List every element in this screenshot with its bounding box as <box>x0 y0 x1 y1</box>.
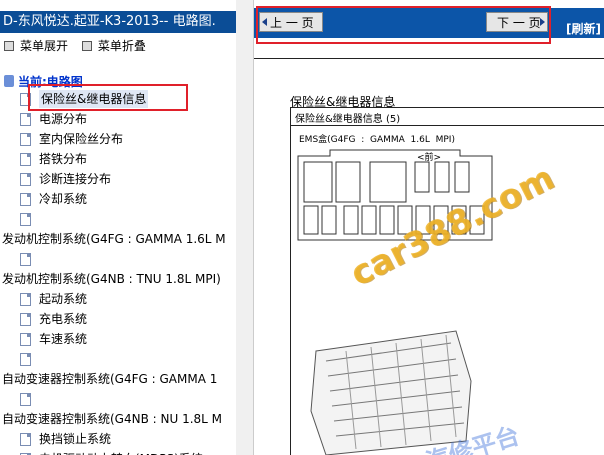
refresh-link[interactable]: [刷新] <box>566 20 601 37</box>
tree-group[interactable]: 自动变速器控制系统(G4NB : NU 1.8L M <box>2 410 222 428</box>
expand-menu-button[interactable]: 菜单展开 <box>4 37 68 54</box>
document-icon <box>20 152 31 166</box>
document-icon <box>20 252 31 266</box>
tree-item-label: 发动机控制系统(G4NB : TNU 1.8L MPI) <box>2 272 221 286</box>
collapse-icon <box>81 40 92 51</box>
nav-highlight-box <box>256 6 551 44</box>
tree-item-label: 换挡锁止系统 <box>39 432 112 446</box>
tree-item[interactable]: 充电系统 <box>20 310 87 328</box>
tree-item[interactable]: 电源分布 <box>20 110 87 128</box>
tree-item[interactable]: 搭铁分布 <box>20 150 87 168</box>
ems-label: EMS盒(G4FG : GAMMA 1.6L MPI) <box>299 135 455 145</box>
subsection-title: 保险丝&继电器信息 (5) <box>295 114 401 125</box>
tree-item[interactable] <box>20 210 39 228</box>
document-icon <box>20 172 31 186</box>
document-frame: 保险丝&继电器信息 保险丝&继电器信息 (5) EMS盒(G4FG : GAMM… <box>254 59 604 455</box>
tree-item[interactable]: 换挡锁止系统 <box>20 430 111 448</box>
tree-item-label: 诊断连接分布 <box>39 172 112 186</box>
document-icon <box>20 312 31 326</box>
tree-item-label: 自动变速器控制系统(G4NB : NU 1.8L M <box>2 412 223 426</box>
tree-scrollbar[interactable] <box>236 0 254 455</box>
expand-icon <box>4 40 14 51</box>
tree-group[interactable]: 发动机控制系统(G4NB : TNU 1.8L MPI) <box>2 270 221 288</box>
tree-item-label: 发动机控制系统(G4FG : GAMMA 1.6L M <box>2 232 226 246</box>
document-icon <box>20 212 31 226</box>
left-panel: D-东风悦达.起亚-K3-2013-- 电路图. 菜单展开 菜单折叠 当前:电路… <box>0 0 237 455</box>
tree-item[interactable]: 电机驱动动力转向(MDPS)系统 <box>20 450 203 455</box>
tree-item[interactable] <box>20 390 39 408</box>
tree-item[interactable]: 车速系统 <box>20 330 87 348</box>
tree-item-label: 电机驱动动力转向(MDPS)系统 <box>39 450 203 455</box>
tree-item-label: 搭铁分布 <box>39 152 88 166</box>
tree-item-label: 室内保险丝分布 <box>39 132 124 146</box>
app-title: D-东风悦达.起亚-K3-2013-- 电路图. <box>0 11 236 33</box>
document-icon <box>20 192 31 206</box>
tree-item[interactable]: 冷却系统 <box>20 190 87 208</box>
tree-item[interactable] <box>20 350 39 368</box>
tree-item-label: 冷却系统 <box>39 192 88 206</box>
tree-item[interactable] <box>20 250 39 268</box>
tree-item-label: 电源分布 <box>39 112 88 126</box>
tree-item-label: 车速系统 <box>39 332 88 346</box>
tree-item-label: 充电系统 <box>39 312 88 326</box>
selection-highlight-box <box>28 84 188 111</box>
document-pane: 上 一 页 下 一 页 [刷新] 保险丝&继电器信息 保险丝&继电器信息 (5)… <box>254 0 604 455</box>
tree-item[interactable]: 起动系统 <box>20 290 87 308</box>
tree-group[interactable]: 自动变速器控制系统(G4FG : GAMMA 1 <box>2 370 217 388</box>
document-icon <box>20 432 31 446</box>
document-icon <box>20 132 31 146</box>
tree-group[interactable]: 发动机控制系统(G4FG : GAMMA 1.6L M <box>2 230 226 248</box>
subsection-divider <box>291 125 604 126</box>
collapse-label: 菜单折叠 <box>97 39 146 53</box>
tree-item[interactable]: 诊断连接分布 <box>20 170 111 188</box>
collapse-menu-button[interactable]: 菜单折叠 <box>81 37 146 54</box>
menu-controls: 菜单展开 菜单折叠 <box>0 37 152 55</box>
document-icon <box>20 332 31 346</box>
globe-icon <box>4 75 14 87</box>
document-icon <box>20 352 31 366</box>
document-icon <box>20 292 31 306</box>
tree-item-label: 起动系统 <box>39 292 88 306</box>
document-icon <box>20 112 31 126</box>
document-icon <box>20 392 31 406</box>
tree-item-label: 自动变速器控制系统(G4FG : GAMMA 1 <box>2 372 218 386</box>
tree-item[interactable]: 室内保险丝分布 <box>20 130 123 148</box>
expand-label: 菜单展开 <box>20 39 69 53</box>
